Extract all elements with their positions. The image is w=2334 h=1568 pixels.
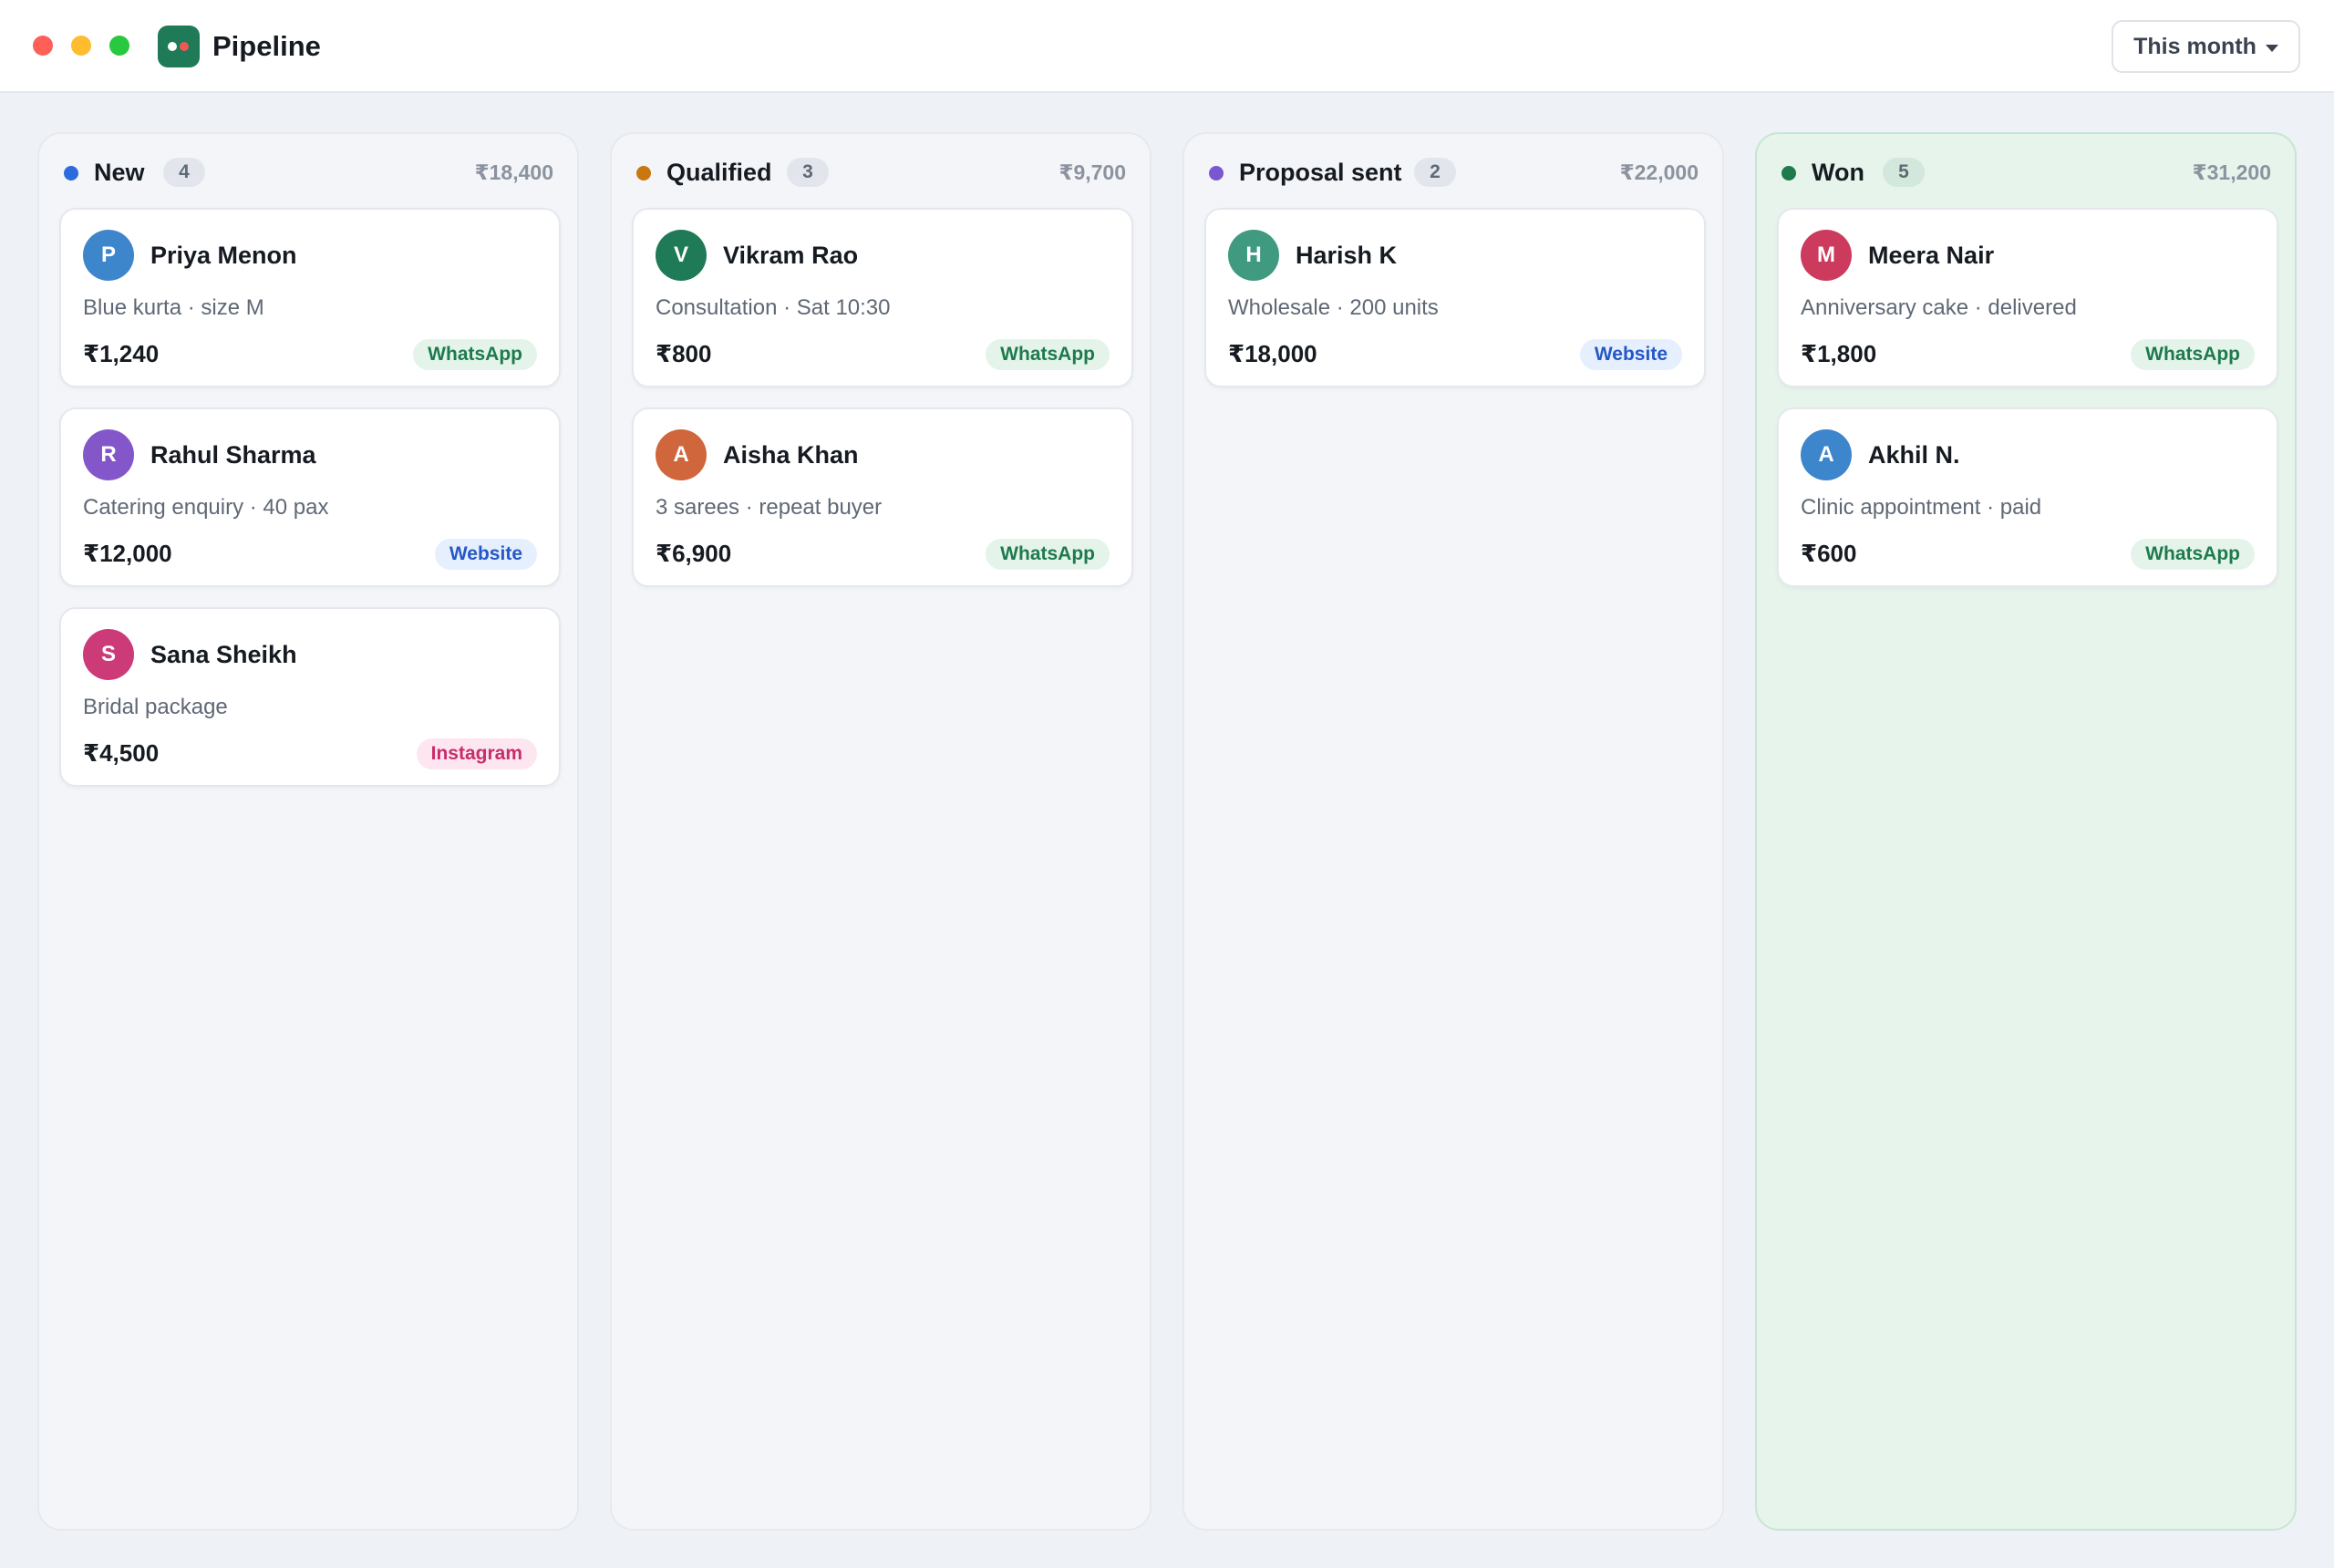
column-new: New 4 ₹18,400 P Priya Menon Blue kurta ·… bbox=[37, 132, 579, 1531]
channel-badge: Instagram bbox=[416, 738, 537, 769]
column-won: Won 5 ₹31,200 M Meera Nair Anniversary c… bbox=[1755, 132, 2297, 1531]
lead-amount: ₹800 bbox=[656, 340, 712, 367]
lead-name: Priya Menon bbox=[150, 242, 297, 269]
lead-description: 3 sarees · repeat buyer bbox=[656, 495, 883, 520]
page-title: Pipeline bbox=[212, 30, 321, 62]
channel-badge: WhatsApp bbox=[2131, 539, 2255, 570]
lead-card[interactable]: R Rahul Sharma Catering enquiry · 40 pax… bbox=[59, 407, 561, 587]
column-total: ₹31,200 bbox=[2192, 160, 2271, 184]
lead-card[interactable]: V Vikram Rao Consultation · Sat 10:30 ₹8… bbox=[632, 208, 1133, 387]
column-count-badge: 3 bbox=[787, 158, 829, 187]
lead-amount: ₹6,900 bbox=[656, 540, 732, 567]
channel-badge: WhatsApp bbox=[413, 339, 537, 370]
column-title: Qualified bbox=[666, 159, 772, 186]
avatar: M bbox=[1801, 230, 1852, 281]
lead-description: Bridal package bbox=[83, 695, 228, 719]
lead-card[interactable]: A Akhil N. Clinic appointment · paid ₹60… bbox=[1777, 407, 2278, 587]
minimize-window-button[interactable] bbox=[71, 36, 91, 56]
avatar: A bbox=[656, 429, 707, 480]
lead-name: Rahul Sharma bbox=[150, 441, 316, 469]
column-title: Proposal sent bbox=[1239, 159, 1402, 186]
channel-badge: WhatsApp bbox=[986, 339, 1110, 370]
title-bar: Pipeline This month bbox=[0, 0, 2334, 93]
lead-name: Aisha Khan bbox=[723, 441, 859, 469]
channel-badge: WhatsApp bbox=[986, 539, 1110, 570]
column-proposal-sent: Proposal sent 2 ₹22,000 H Harish K Whole… bbox=[1182, 132, 1724, 1531]
avatar: V bbox=[656, 230, 707, 281]
lead-amount: ₹1,240 bbox=[83, 340, 160, 367]
lead-amount: ₹18,000 bbox=[1228, 340, 1317, 367]
column-header: Proposal sent 2 ₹22,000 bbox=[1184, 154, 1722, 191]
stage-dot-icon bbox=[636, 166, 651, 181]
column-header: New 4 ₹18,400 bbox=[39, 154, 577, 191]
column-count-badge: 5 bbox=[1883, 158, 1925, 187]
lead-card[interactable]: A Aisha Khan 3 sarees · repeat buyer ₹6,… bbox=[632, 407, 1133, 587]
stage-dot-icon bbox=[1781, 166, 1796, 181]
lead-name: Meera Nair bbox=[1868, 242, 1995, 269]
lead-card[interactable]: M Meera Nair Anniversary cake · delivere… bbox=[1777, 208, 2278, 387]
lead-card[interactable]: P Priya Menon Blue kurta · size M ₹1,240… bbox=[59, 208, 561, 387]
lead-amount: ₹1,800 bbox=[1801, 340, 1877, 367]
lead-name: Akhil N. bbox=[1868, 441, 1960, 469]
column-header: Qualified 3 ₹9,700 bbox=[612, 154, 1150, 191]
lead-name: Harish K bbox=[1296, 242, 1398, 269]
channel-badge: WhatsApp bbox=[2131, 339, 2255, 370]
avatar: A bbox=[1801, 429, 1852, 480]
period-filter-label: This month bbox=[2133, 33, 2257, 59]
channel-badge: Website bbox=[434, 539, 537, 570]
column-title: Won bbox=[1812, 159, 1864, 186]
lead-amount: ₹12,000 bbox=[83, 540, 172, 567]
chevron-down-icon bbox=[2265, 44, 2278, 52]
column-title: New bbox=[94, 159, 145, 186]
lead-description: Clinic appointment · paid bbox=[1801, 495, 2042, 520]
column-count-badge: 2 bbox=[1414, 158, 1456, 187]
avatar: R bbox=[83, 429, 134, 480]
lead-description: Anniversary cake · delivered bbox=[1801, 295, 2077, 320]
avatar: S bbox=[83, 629, 134, 680]
close-window-button[interactable] bbox=[33, 36, 53, 56]
lead-amount: ₹4,500 bbox=[83, 739, 160, 767]
lead-description: Blue kurta · size M bbox=[83, 295, 264, 320]
lead-card[interactable]: S Sana Sheikh Bridal package ₹4,500 Inst… bbox=[59, 607, 561, 787]
lead-amount: ₹600 bbox=[1801, 540, 1857, 567]
avatar: H bbox=[1228, 230, 1279, 281]
column-total: ₹22,000 bbox=[1619, 160, 1699, 184]
column-total: ₹9,700 bbox=[1059, 160, 1126, 184]
stage-dot-icon bbox=[1209, 166, 1224, 181]
column-total: ₹18,400 bbox=[474, 160, 553, 184]
avatar: P bbox=[83, 230, 134, 281]
column-header: Won 5 ₹31,200 bbox=[1757, 154, 2295, 191]
lead-description: Catering enquiry · 40 pax bbox=[83, 495, 329, 520]
column-count-badge: 4 bbox=[163, 158, 205, 187]
lead-name: Vikram Rao bbox=[723, 242, 859, 269]
lead-description: Wholesale · 200 units bbox=[1228, 295, 1439, 320]
lead-description: Consultation · Sat 10:30 bbox=[656, 295, 891, 320]
zoom-window-button[interactable] bbox=[109, 36, 129, 56]
period-filter-dropdown[interactable]: This month bbox=[2112, 20, 2300, 73]
channel-badge: Website bbox=[1579, 339, 1682, 370]
lead-card[interactable]: H Harish K Wholesale · 200 units ₹18,000… bbox=[1204, 208, 1706, 387]
lead-name: Sana Sheikh bbox=[150, 641, 297, 668]
column-qualified: Qualified 3 ₹9,700 V Vikram Rao Consulta… bbox=[610, 132, 1152, 1531]
stage-dot-icon bbox=[64, 166, 78, 181]
app-logo-icon bbox=[158, 26, 200, 67]
